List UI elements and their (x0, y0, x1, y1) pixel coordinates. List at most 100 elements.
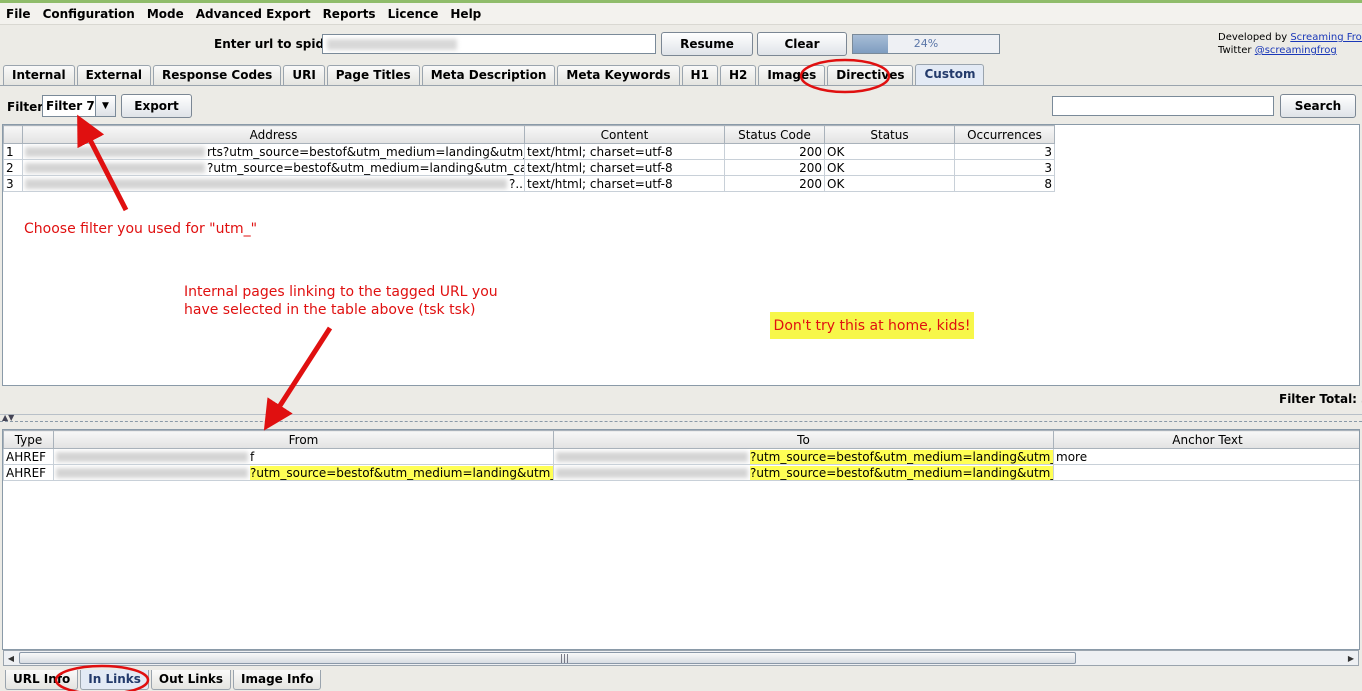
cell-status: OK (824, 159, 955, 176)
tab-images[interactable]: Images (758, 65, 826, 85)
menu-mode[interactable]: Mode (141, 3, 190, 25)
cell-status-code: 200 (724, 175, 825, 192)
redacted-url (556, 468, 748, 478)
twitter-link[interactable]: @screamingfrog (1255, 45, 1337, 56)
tab-custom[interactable]: Custom (915, 64, 985, 86)
cell-status: OK (824, 143, 955, 160)
address-text: rts?utm_source=bestof&utm_medium=landing… (207, 144, 525, 159)
menu-configuration[interactable]: Configuration (37, 3, 141, 25)
table-row[interactable]: 3 ?... text/html; charset=utf-8 200 OK 8 (3, 175, 1055, 192)
tab-response-codes[interactable]: Response Codes (153, 65, 282, 85)
horizontal-scrollbar[interactable]: ◀ ||| ▶ (3, 650, 1359, 666)
redacted-url (327, 39, 457, 50)
cell-index: 3 (3, 175, 23, 192)
main-tabs: Internal External Response Codes URI Pag… (3, 64, 986, 86)
search-input[interactable] (1052, 96, 1274, 116)
custom-results-table: Address Content Status Code Status Occur… (3, 125, 1055, 192)
cell-to: ?utm_source=bestof&utm_medium=landing&ut… (553, 464, 1054, 481)
tab-meta-keywords[interactable]: Meta Keywords (557, 65, 680, 85)
col-header-type[interactable]: Type (3, 430, 54, 449)
from-text: f (250, 449, 255, 464)
custom-results-panel: Address Content Status Code Status Occur… (2, 124, 1360, 386)
to-text: ?utm_source=bestof&utm_medium=landing&ut… (750, 449, 1053, 464)
tab-internal[interactable]: Internal (3, 65, 75, 85)
resume-button[interactable]: Resume (661, 32, 753, 56)
search-button[interactable]: Search (1280, 94, 1356, 118)
filter-total: Filter Total: 3 (1279, 392, 1362, 406)
col-header-from[interactable]: From (53, 430, 554, 449)
table-header-row: Address Content Status Code Status Occur… (3, 125, 1055, 144)
cell-index: 1 (3, 143, 23, 160)
cell-status: OK (824, 175, 955, 192)
menu-advanced-export[interactable]: Advanced Export (190, 3, 317, 25)
cell-occurrences: 8 (954, 175, 1055, 192)
tab-meta-description[interactable]: Meta Description (421, 65, 556, 85)
menu-help[interactable]: Help (444, 3, 487, 25)
cell-type: AHREF (3, 464, 54, 481)
col-header-occurrences[interactable]: Occurrences (954, 125, 1055, 144)
url-input[interactable] (322, 34, 656, 54)
col-header-anchor-text[interactable]: Anchor Text (1053, 430, 1359, 449)
menu-licence[interactable]: Licence (382, 3, 445, 25)
cell-type: AHREF (3, 448, 54, 465)
tab-external[interactable]: External (76, 65, 152, 85)
tab-in-links[interactable]: In Links (80, 670, 149, 690)
col-header-status[interactable]: Status (824, 125, 955, 144)
from-text: ?utm_source=bestof&utm_medium=landing&ut… (250, 465, 553, 480)
cell-content: text/html; charset=utf-8 (524, 143, 725, 160)
export-button[interactable]: Export (121, 94, 192, 118)
filter-select[interactable]: Filter 7 ▼ (42, 95, 116, 117)
tab-url-info[interactable]: URL Info (5, 670, 79, 690)
detail-tabs: URL Info In Links Out Links Image Info (5, 670, 323, 690)
menu-reports[interactable]: Reports (317, 3, 382, 25)
progress-text: 24% (913, 37, 939, 50)
menu-file[interactable]: File (0, 3, 37, 25)
redacted-url (56, 452, 248, 462)
tab-image-info[interactable]: Image Info (233, 670, 322, 690)
col-header-to[interactable]: To (553, 430, 1054, 449)
tab-h1[interactable]: H1 (681, 65, 718, 85)
cell-to: ?utm_source=bestof&utm_medium=landing&ut… (553, 448, 1054, 465)
table-row[interactable]: 2 ?utm_source=bestof&utm_medium=landing&… (3, 159, 1055, 176)
tab-h2[interactable]: H2 (719, 65, 757, 85)
tab-directives[interactable]: Directives (827, 65, 914, 85)
scroll-right-icon[interactable]: ▶ (1344, 651, 1358, 665)
address-text: ?utm_source=bestof&utm_medium=landing&ut… (207, 160, 525, 175)
scrollbar-thumb[interactable]: ||| (19, 652, 1076, 664)
cell-content: text/html; charset=utf-8 (524, 159, 725, 176)
tab-out-links[interactable]: Out Links (150, 670, 231, 690)
redacted-url (56, 468, 248, 478)
col-header-address[interactable]: Address (22, 125, 525, 144)
inlinks-hint-line-2: have selected in the table above (tsk ts… (184, 302, 476, 318)
cell-status-code: 200 (724, 143, 825, 160)
developed-by-text: Developed by (1218, 32, 1288, 43)
redacted-url (25, 147, 205, 157)
tab-uri[interactable]: URI (283, 65, 325, 85)
filter-selected-value: Filter 7 (46, 99, 95, 113)
inlinks-hint-line-1: Internal pages linking to the tagged URL… (184, 284, 498, 300)
address-text: ?... (509, 176, 524, 191)
table-row[interactable]: 1 rts?utm_source=bestof&utm_medium=landi… (3, 143, 1055, 160)
crawl-progress-bar: 24% (852, 34, 1000, 54)
in-links-panel: Type From To Anchor Text AHREF f ?utm_so… (2, 429, 1360, 650)
twitter-text: Twitter (1218, 45, 1252, 56)
cell-from: f (53, 448, 554, 465)
tab-page-titles[interactable]: Page Titles (326, 65, 420, 85)
developer-link[interactable]: Screaming Frog (1290, 32, 1362, 43)
scroll-left-icon[interactable]: ◀ (4, 651, 18, 665)
table-row[interactable]: AHREF ?utm_source=bestof&utm_medium=land… (3, 464, 1359, 481)
collapse-arrows-icon[interactable]: ▲▼ (2, 413, 14, 422)
developer-credits: Developed by Screaming Frog Twitter @scr… (1218, 31, 1362, 57)
col-header-status-code[interactable]: Status Code (724, 125, 825, 144)
col-header-index[interactable] (3, 125, 23, 144)
chevron-down-icon[interactable]: ▼ (95, 96, 115, 116)
split-pane-divider[interactable]: ▲▼ (0, 413, 1362, 422)
clear-button[interactable]: Clear (757, 32, 847, 56)
table-row[interactable]: AHREF f ?utm_source=bestof&utm_medium=la… (3, 448, 1359, 465)
col-header-content[interactable]: Content (524, 125, 725, 144)
cell-anchor (1053, 464, 1359, 481)
menu-bar: File Configuration Mode Advanced Export … (0, 3, 1362, 25)
redacted-url (25, 163, 205, 173)
redacted-url (556, 452, 748, 462)
in-links-table: Type From To Anchor Text AHREF f ?utm_so… (3, 430, 1359, 481)
